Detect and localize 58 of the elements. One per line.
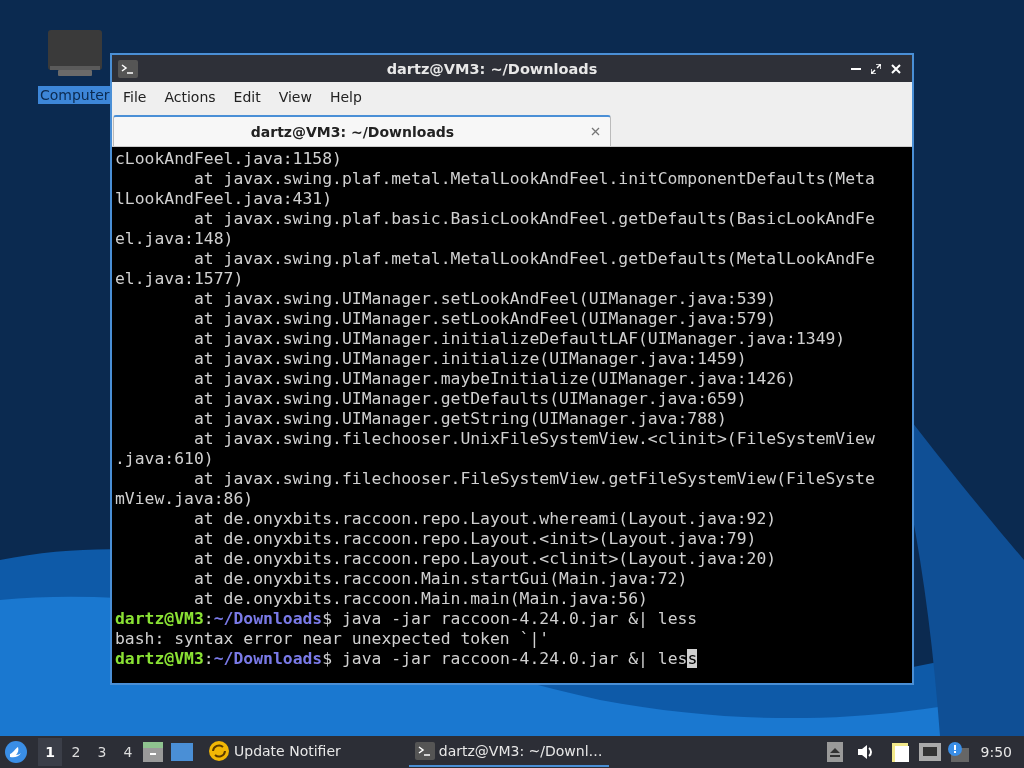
menu-item[interactable]: File (114, 88, 156, 105)
terminal-line: el.java:148) (115, 229, 235, 249)
maximize-icon[interactable] (871, 63, 881, 74)
menu-item[interactable]: View (269, 88, 321, 105)
close-tab-icon[interactable] (591, 127, 600, 136)
menu-item[interactable]: Help (320, 88, 371, 105)
menu-item[interactable]: Edit (224, 88, 270, 105)
terminal-icon (118, 59, 138, 78)
workspace-button[interactable]: 3 (90, 738, 114, 766)
clock[interactable]: 9:50 (970, 744, 1020, 760)
clipboard-icon[interactable] (890, 741, 911, 763)
terminal-line: at de.onyxbits.raccoon.repo.Layout.<clinit>(Layout.java:20) (192, 549, 778, 569)
terminal-line: at javax.swing.UIManager.initializeDefaultLAF(UIManager.java:1349) (192, 329, 847, 349)
workspace-button[interactable]: 1 (38, 738, 62, 766)
terminal-line: at javax.swing.UIManager.maybeInitialize(UIManager.java:1426) (192, 369, 797, 389)
terminal-line: at javax.swing.plaf.metal.MetalLookAndFeel.getDefaults(MetalLookAndFe (192, 249, 876, 269)
eject-icon[interactable] (826, 742, 843, 762)
terminal-line: at javax.swing.filechooser.FileSystemView.getFileSystemView(FileSyste (192, 469, 876, 489)
terminal-line: at de.onyxbits.raccoon.Main.startGui(Main.java:72) (192, 569, 689, 589)
terminal-line: at javax.swing.UIManager.setLookAndFeel(UIManager.java:539) (192, 289, 778, 309)
taskbar-task[interactable]: dartz@VM3: ~/Downl… (408, 737, 609, 767)
prompt-line: dartz@VM3:~/Downloads$ java -jar raccoon-4.24.0.jar &| less (115, 649, 699, 669)
terminal-line: at de.onyxbits.raccoon.repo.Layout.<init>(Layout.java:79) (192, 529, 758, 549)
terminal-line: at javax.swing.UIManager.getDefaults(UIManager.java:659) (192, 389, 748, 409)
terminal-line: at javax.swing.UIManager.setLookAndFeel(UIManager.java:579) (192, 309, 778, 329)
tab-label: dartz@VM3: ~/Downloads (249, 123, 456, 140)
terminal-line: mView.java:86) (115, 489, 255, 509)
window-title: dartz@VM3: ~/Downloads (385, 60, 599, 77)
terminal-line: at javax.swing.filechooser.UnixFileSystemView.<clinit>(FileSystemView (192, 429, 876, 449)
terminal-line: at de.onyxbits.raccoon.repo.Layout.whereami(Layout.java:92) (192, 509, 778, 529)
taskbar-task[interactable]: Update Notifier (202, 737, 347, 767)
window-icon[interactable] (170, 741, 194, 763)
terminal-line: at javax.swing.plaf.basic.BasicLookAndFeel.getDefaults(BasicLookAndFe (192, 209, 876, 229)
terminal-line: at javax.swing.plaf.metal.MetalLookAndFeel.initComponentDefaults(Meta (192, 169, 876, 189)
terminal-icon (414, 742, 435, 760)
terminal-line: .java:610) (115, 449, 215, 469)
terminal-line: at javax.swing.UIManager.initialize(UIManager.java:1459) (192, 349, 748, 369)
terminal-line: bash: syntax error near unexpected token `|' (115, 629, 551, 649)
notification-icon[interactable] (946, 742, 969, 762)
terminal-line: at javax.swing.UIManager.getString(UIManager.java:788) (192, 409, 728, 429)
terminal-line: lLookAndFeel.java:431) (115, 189, 334, 209)
update-icon (208, 740, 230, 762)
terminal-tab[interactable]: dartz@VM3: ~/Downloads (113, 115, 611, 146)
volume-icon[interactable] (856, 744, 875, 760)
desktop-icon-label[interactable]: Computer (38, 86, 112, 104)
network-icon[interactable] (918, 743, 941, 761)
menu-item[interactable]: Actions (155, 88, 225, 105)
workspace-button[interactable]: 2 (64, 738, 88, 766)
computer-icon[interactable] (47, 30, 102, 78)
prompt-line: dartz@VM3:~/Downloads$ java -jar raccoon-4.24.0.jar &| less (115, 609, 699, 629)
start-menu-icon[interactable] (4, 740, 28, 764)
workspace-button[interactable]: 4 (116, 738, 140, 766)
terminal-line: cLookAndFeel.java:1158) (115, 149, 343, 169)
close-icon[interactable] (891, 63, 901, 74)
terminal-line: el.java:1577) (115, 269, 245, 289)
file-cabinet-icon[interactable] (142, 741, 164, 763)
text-cursor: s (687, 649, 698, 668)
terminal-line: at de.onyxbits.raccoon.Main.main(Main.java:56) (192, 589, 649, 609)
